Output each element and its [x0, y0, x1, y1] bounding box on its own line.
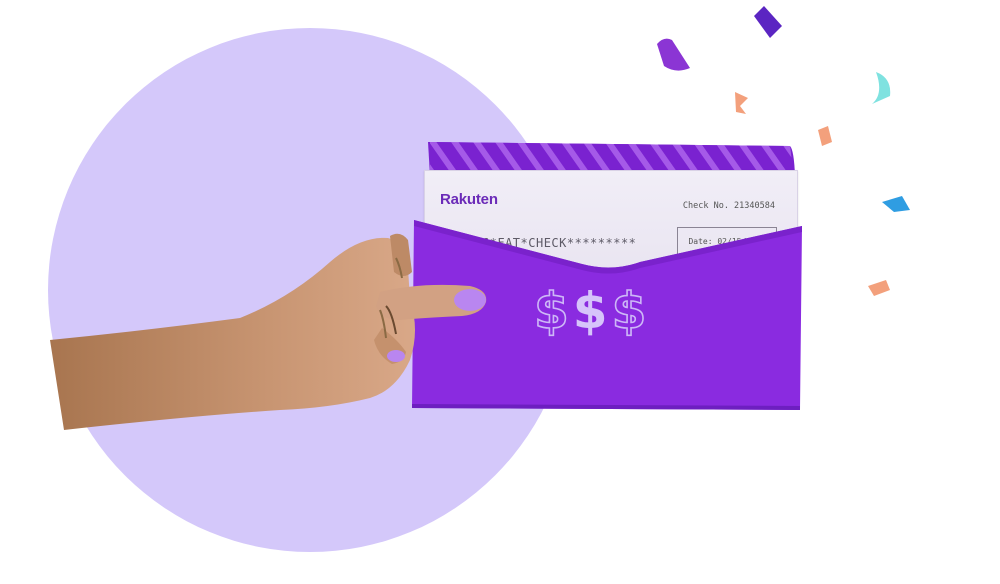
promo-illustration: Rakuten Check No. 21340584 **BIG*FAT*CHE…: [0, 0, 1000, 584]
hand-icon: [50, 233, 487, 430]
